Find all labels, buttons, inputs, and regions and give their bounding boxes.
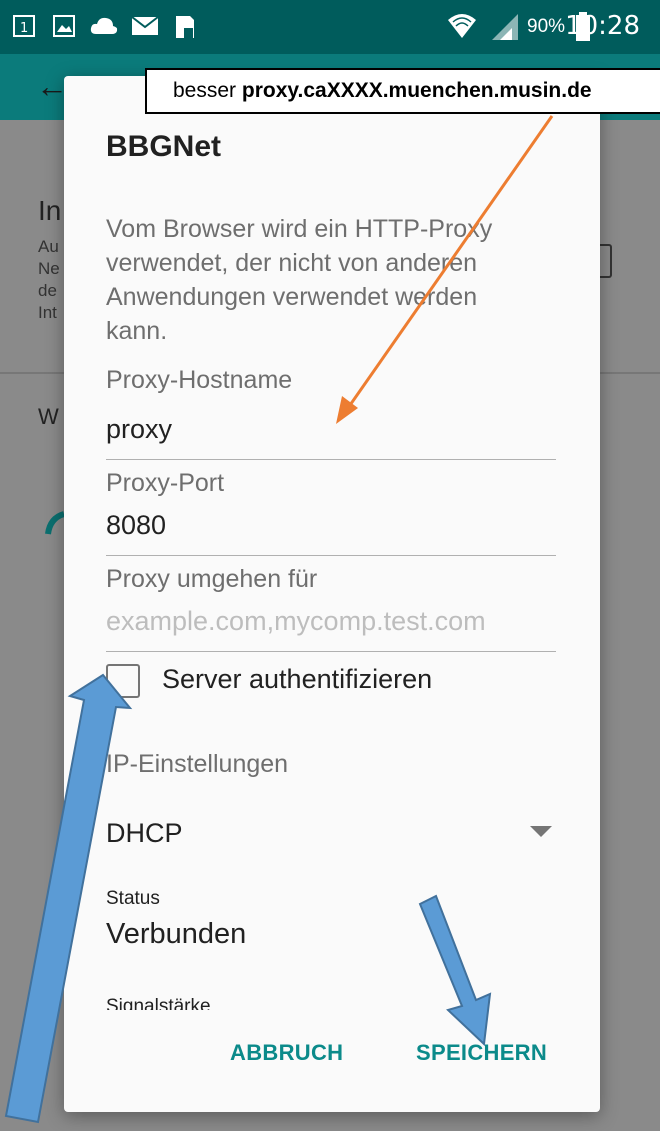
orange-arrow [336,115,554,424]
blue-arrow-save [418,894,492,1047]
blue-arrow-checkbox [4,673,133,1124]
annotation-arrows [4,115,554,1124]
